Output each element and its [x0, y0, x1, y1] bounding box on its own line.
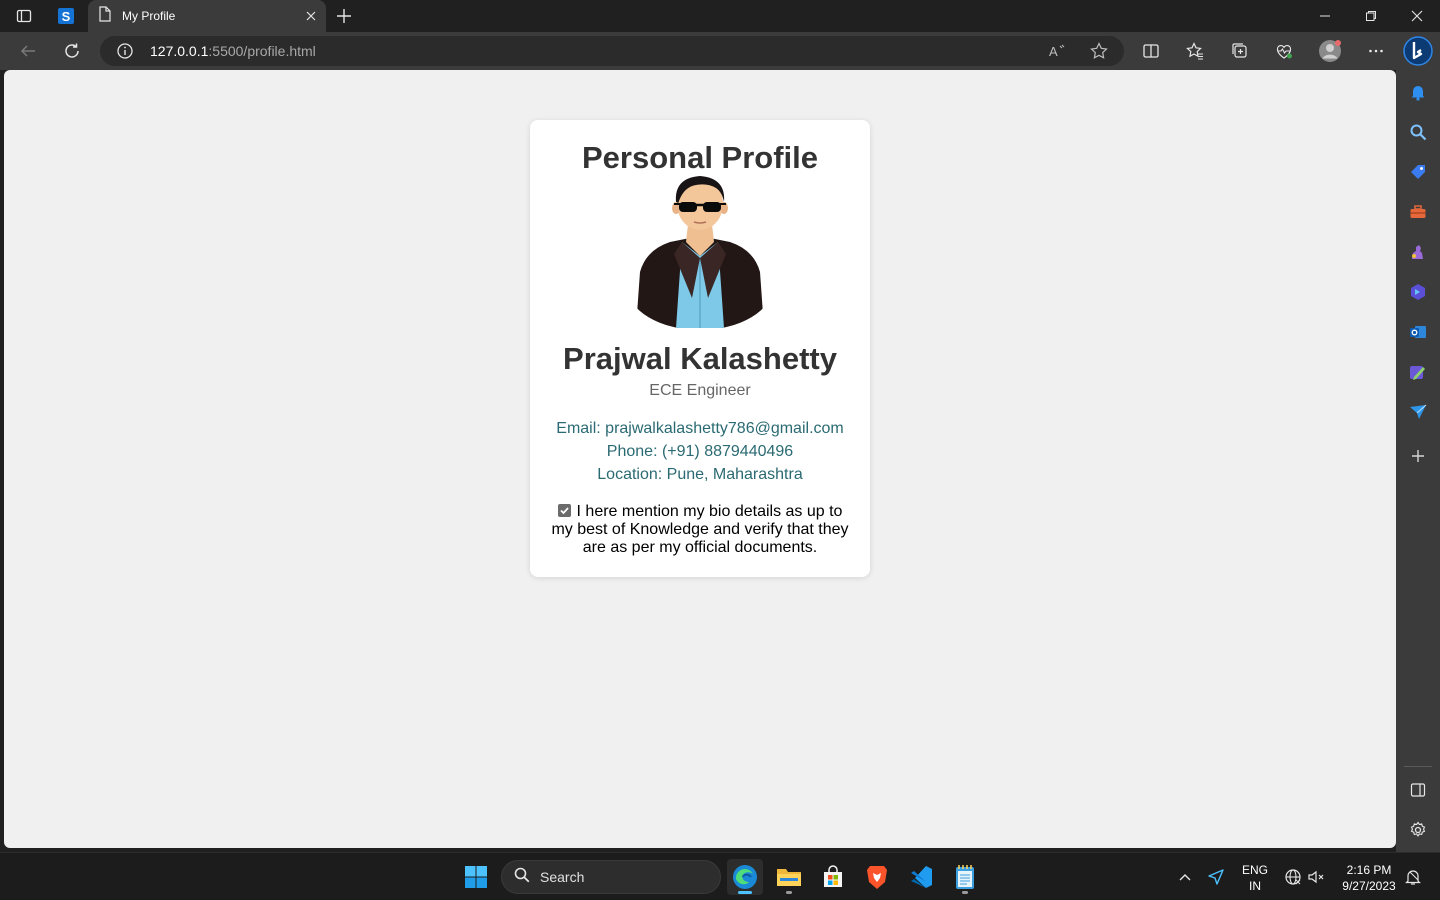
notepad-icon[interactable] [947, 859, 983, 895]
running-indicator [786, 891, 792, 894]
date-text: 9/27/2023 [1342, 879, 1396, 893]
search-icon [514, 867, 530, 887]
copilot-icon[interactable] [1406, 280, 1430, 304]
collections-button[interactable] [1226, 37, 1254, 65]
globe-network-icon[interactable] [1283, 867, 1303, 887]
more-options-button[interactable] [1362, 37, 1390, 65]
workspace-s-icon[interactable]: S [56, 6, 76, 26]
browser-toolbar: 127.0.0.1:5500/profile.html A [0, 32, 1440, 70]
time-text: 2:16 PM [1346, 863, 1392, 877]
refresh-button[interactable] [58, 37, 86, 65]
add-icon[interactable] [1406, 444, 1430, 468]
microsoft-store-icon[interactable] [815, 859, 851, 895]
tab-my-profile[interactable]: My Profile [88, 0, 326, 32]
profile-location: Location: Pune, Maharashtra [597, 466, 803, 483]
clock[interactable]: 2:16 PM 9/27/2023 [1336, 862, 1402, 894]
close-tab-icon[interactable] [302, 7, 320, 25]
profile-card: Personal Profile Prajwal Kalashetty ECE … [530, 120, 870, 577]
split-screen-button[interactable] [1137, 37, 1165, 65]
page-viewport: Personal Profile Prajwal Kalashetty ECE … [4, 70, 1396, 848]
back-button[interactable] [14, 37, 42, 65]
tab-title: My Profile [122, 9, 176, 23]
shopping-tag-icon[interactable] [1406, 160, 1430, 184]
vscode-icon[interactable] [903, 859, 939, 895]
edge-sidebar [1396, 70, 1440, 852]
profile-avatar-image [626, 176, 774, 328]
title-bar: S My Profile [0, 0, 1440, 32]
toolbox-icon[interactable] [1406, 200, 1430, 224]
favorite-star-icon[interactable] [1090, 42, 1108, 64]
search-placeholder: Search [540, 869, 585, 885]
tab-actions-icon[interactable] [14, 6, 34, 26]
taskbar-search-input[interactable]: Search [501, 860, 721, 894]
svg-text:A: A [1049, 44, 1058, 59]
profile-avatar[interactable] [1316, 37, 1344, 65]
games-icon[interactable] [1406, 240, 1430, 264]
brave-icon[interactable] [859, 859, 895, 895]
consent-text: I here mention my bio details as up to m… [551, 503, 849, 556]
file-explorer-icon[interactable] [771, 859, 807, 895]
sidebar-toggle-icon[interactable] [1406, 778, 1430, 802]
profile-role: ECE Engineer [649, 382, 751, 399]
sidebar-divider [1404, 766, 1432, 767]
windows-taskbar: Search ENG IN 2:16 PM 9/27/2023 [0, 852, 1440, 900]
search-icon[interactable] [1406, 120, 1430, 144]
bell-icon[interactable] [1406, 80, 1430, 104]
notification-bell-icon[interactable] [1403, 867, 1423, 887]
svg-text:S: S [62, 9, 71, 24]
bing-copilot-icon[interactable] [1402, 35, 1434, 67]
running-indicator [962, 891, 968, 894]
info-icon[interactable] [116, 42, 134, 64]
page-icon [98, 6, 112, 26]
edge-icon[interactable] [727, 859, 763, 895]
minimize-button[interactable] [1302, 0, 1348, 32]
active-indicator [738, 891, 752, 894]
page-title: Personal Profile [581, 140, 819, 175]
settings-icon[interactable] [1406, 818, 1430, 842]
location-arrow-icon[interactable] [1206, 867, 1226, 887]
browser-essentials-button[interactable] [1270, 37, 1298, 65]
close-window-button[interactable] [1394, 0, 1440, 32]
address-bar[interactable]: 127.0.0.1:5500/profile.html A [100, 36, 1124, 66]
language-indicator[interactable]: ENG IN [1238, 862, 1272, 894]
new-tab-button[interactable] [334, 6, 354, 26]
windows-start-icon[interactable] [458, 859, 494, 895]
consent-checkbox[interactable] [557, 504, 571, 517]
profile-name: Prajwal Kalashetty [563, 341, 837, 376]
chevron-up-icon[interactable] [1175, 867, 1195, 887]
designer-icon[interactable] [1406, 360, 1430, 384]
speaker-muted-icon[interactable] [1306, 867, 1326, 887]
profile-phone: Phone: (+91) 8879440496 [606, 443, 794, 460]
consent-statement: I here mention my bio details as up to m… [550, 503, 850, 557]
send-icon[interactable] [1406, 400, 1430, 424]
outlook-icon[interactable] [1406, 320, 1430, 344]
read-aloud-icon[interactable]: A [1048, 42, 1066, 64]
restore-button[interactable] [1348, 0, 1394, 32]
url-text[interactable]: 127.0.0.1:5500/profile.html [150, 43, 316, 59]
profile-email: Email: prajwalkalashetty786@gmail.com [556, 420, 844, 437]
favorites-button[interactable] [1181, 37, 1209, 65]
